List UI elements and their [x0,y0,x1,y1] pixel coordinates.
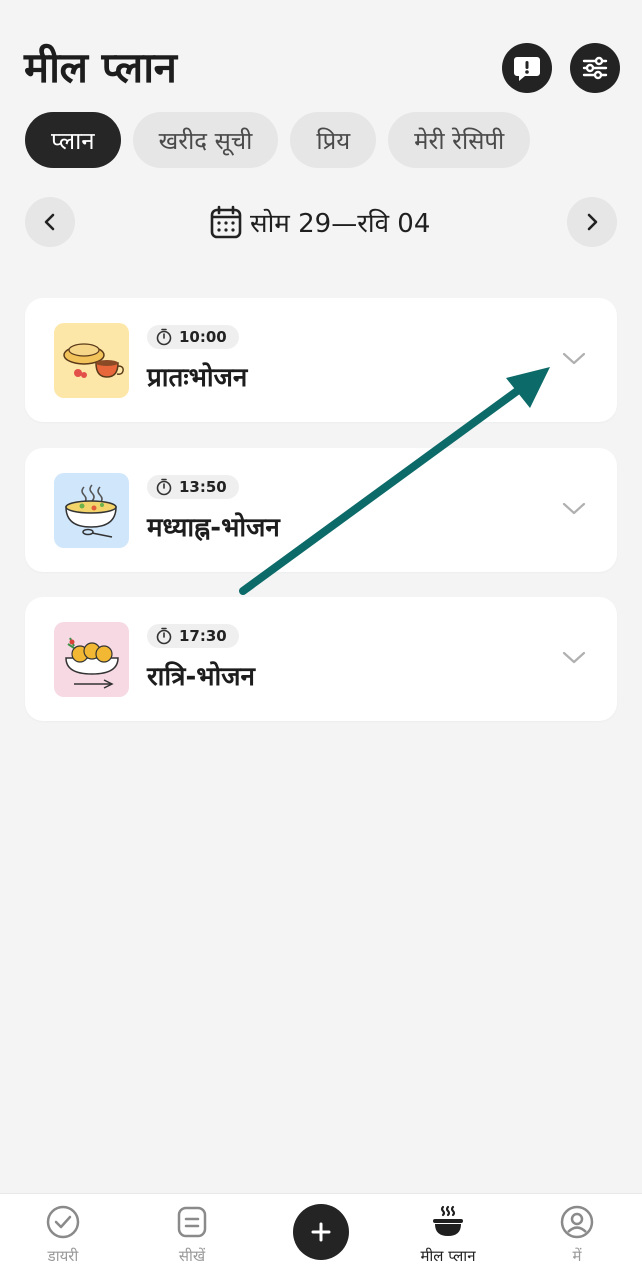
meal-card-breakfast[interactable]: 10:00 प्रातःभोजन [25,298,617,422]
nav-learn-label: सीखें [178,1247,206,1265]
tab-plan[interactable]: प्लान [25,112,121,168]
tab-shopping-list[interactable]: खरीद सूची [132,112,279,168]
calendar-icon [210,205,242,239]
filter-button[interactable] [570,43,620,93]
meal-plan-screen: मील प्लान प्लान खरीद सूची प्रिय मेरी रेस… [0,0,642,1280]
add-button[interactable] [293,1204,349,1260]
nav-profile[interactable]: में [522,1204,632,1266]
previous-week-button[interactable] [25,197,75,247]
meal-card-dinner[interactable]: 17:30 रात्रि-भोजन [25,597,617,721]
feedback-button[interactable] [502,43,552,93]
dinner-image [54,622,129,697]
chevron-down-icon[interactable] [561,647,587,667]
chevron-left-icon [44,213,55,231]
week-range[interactable]: सोम 29—रवि 04 [210,200,430,244]
chevron-down-icon[interactable] [561,498,587,518]
meal-time-lunch: 13:50 [147,475,239,499]
nav-diary[interactable]: डायरी [8,1204,118,1266]
meal-name-lunch: मध्याह्न-भोजन [147,513,280,543]
chevron-right-icon [587,213,598,231]
breakfast-image [54,323,129,398]
next-week-button[interactable] [567,197,617,247]
stopwatch-icon [156,627,172,645]
filter-sliders-icon [582,56,608,80]
nav-meal-plan-label: मील प्लान [420,1247,476,1265]
stopwatch-icon [156,328,172,346]
lunch-image [54,473,129,548]
meal-card-lunch[interactable]: 13:50 मध्याह्न-भोजन [25,448,617,572]
tab-favorites[interactable]: प्रिय [290,112,377,168]
bowl-steam-icon [433,1205,463,1236]
tab-my-recipes[interactable]: मेरी रेसिपी [388,112,531,168]
note-icon [177,1206,207,1238]
profile-icon [560,1205,594,1239]
week-range-label: सोम 29—रवि 04 [250,209,431,239]
meal-name-breakfast: प्रातःभोजन [147,363,248,393]
meal-time-label: 17:30 [179,627,227,645]
nav-meal-plan[interactable]: मील प्लान [393,1204,503,1266]
meal-name-dinner: रात्रि-भोजन [147,662,255,692]
bottom-nav: डायरी सीखें मील प्लान में [0,1193,642,1280]
chevron-down-icon[interactable] [561,348,587,368]
check-circle-icon [46,1205,80,1239]
nav-profile-label: में [572,1247,582,1265]
tab-bar: प्लान खरीद सूची प्रिय मेरी रेसिपी [25,112,531,168]
meal-time-label: 10:00 [179,328,227,346]
nav-diary-label: डायरी [47,1247,79,1265]
meal-time-breakfast: 10:00 [147,325,239,349]
meal-time-dinner: 17:30 [147,624,239,648]
nav-learn[interactable]: सीखें [137,1204,247,1266]
meal-time-label: 13:50 [179,478,227,496]
stopwatch-icon [156,478,172,496]
feedback-alert-icon [514,57,540,81]
page-title: मील प्लान [24,43,177,92]
plus-icon [311,1222,331,1242]
